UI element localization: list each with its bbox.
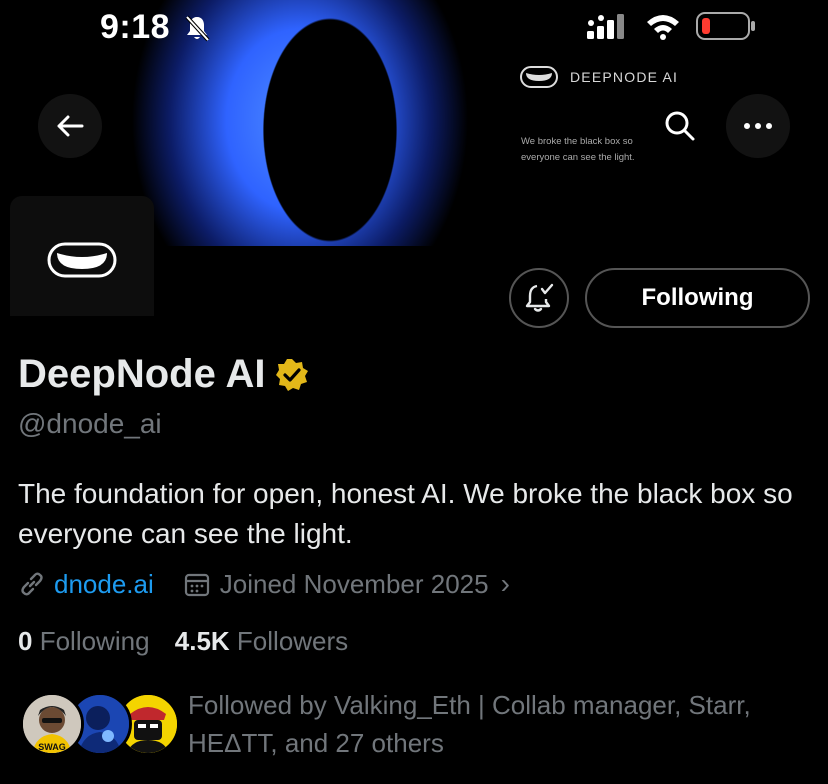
more-dots-icon [744, 123, 772, 129]
search-icon [665, 111, 695, 141]
banner-brand: DEEPNODE AI [520, 66, 678, 88]
chevron-right-icon[interactable]: › [501, 568, 510, 600]
wifi-icon [647, 15, 679, 40]
verified-badge-icon[interactable] [275, 358, 309, 392]
back-button[interactable] [38, 94, 102, 158]
back-arrow-icon [57, 115, 84, 137]
profile-avatar[interactable] [10, 196, 154, 316]
followers-count-link[interactable]: 4.5K Followers [175, 626, 348, 656]
follower-avatar-illustration: SWAG [23, 695, 81, 753]
status-time: 9:18 [100, 8, 171, 46]
search-button[interactable] [648, 94, 712, 158]
deepnode-logo-icon [47, 242, 117, 278]
following-button[interactable]: Following [585, 268, 810, 328]
calendar-icon [184, 573, 209, 597]
profile-handle: @dnode_ai [18, 408, 162, 439]
followed-by-text[interactable]: Followed by Valking_Eth | Collab manager… [188, 686, 808, 762]
following-count-label: Following [39, 626, 150, 656]
banner-brand-name: DEEPNODE AI [570, 69, 679, 85]
display-name-text: DeepNode AI [18, 352, 266, 396]
deepnode-logo-icon [520, 66, 558, 88]
followers-count-label: Followers [236, 626, 349, 656]
bell-slash-icon [185, 15, 210, 42]
profile-display-name: DeepNode AI [18, 352, 309, 397]
more-options-button[interactable] [726, 94, 790, 158]
follower-avatar-badge: SWAG [38, 742, 66, 752]
profile-bio: The foundation for open, honest AI. We b… [18, 478, 793, 549]
link-icon [21, 572, 43, 596]
follower-avatar: SWAG [20, 692, 84, 756]
status-bar: 9:18 [0, 0, 828, 54]
banner-tagline: We broke the black box so everyone can s… [521, 136, 635, 163]
website-link[interactable]: dnode.ai [54, 569, 154, 600]
cellular-signal-icon [587, 14, 624, 39]
following-count-link[interactable]: 0 Following [18, 626, 150, 656]
followers-count: 4.5K [174, 626, 230, 656]
following-count: 0 [18, 626, 33, 656]
bell-check-icon [525, 283, 554, 312]
follow-counts: 0 Following 4.5K Followers [18, 626, 348, 657]
followed-by-avatars[interactable]: SWAG [20, 692, 180, 762]
profile-meta: dnode.ai Joined November 2025 › [18, 568, 510, 600]
joined-date[interactable]: Joined November 2025 [220, 569, 489, 600]
battery-low-icon [696, 12, 755, 40]
notifications-button[interactable] [509, 268, 569, 328]
